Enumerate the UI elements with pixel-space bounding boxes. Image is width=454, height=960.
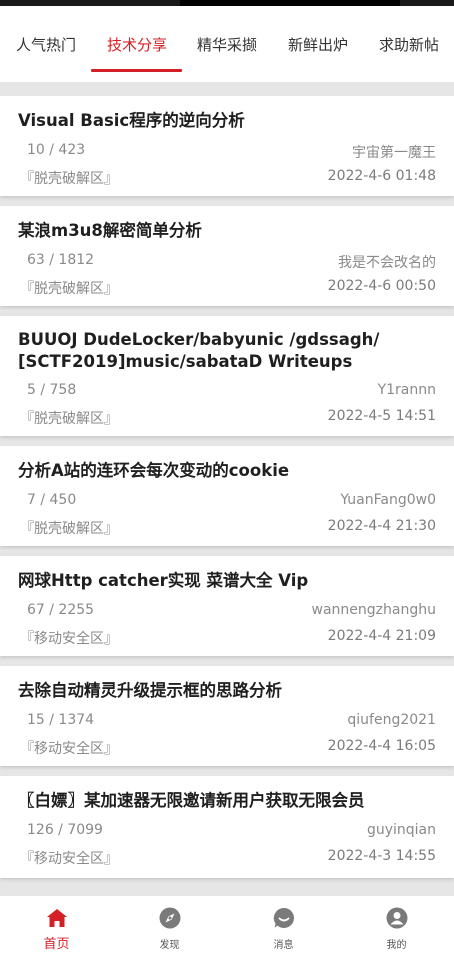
- nav-home[interactable]: 首页: [0, 896, 113, 960]
- post-forum[interactable]: 『脱壳破解区』: [20, 408, 118, 428]
- post-title[interactable]: 网球Http catcher实现 菜谱大全 Vip: [18, 570, 442, 592]
- nav-discover[interactable]: 发现: [113, 896, 226, 960]
- list-item[interactable]: 去除自动精灵升级提示框的思路分析 15 / 1374 qiufeng2021 『…: [0, 666, 454, 766]
- post-stats: 10 / 423: [27, 142, 86, 158]
- post-author[interactable]: guyinqian: [367, 822, 436, 838]
- post-title[interactable]: 某浪m3u8解密简单分析: [18, 220, 442, 242]
- post-author[interactable]: Y1rannn: [378, 382, 436, 398]
- nav-home-label: 首页: [43, 937, 70, 952]
- chat-icon: [273, 907, 294, 928]
- tab-new[interactable]: 新鲜出炉: [288, 34, 348, 55]
- post-forum[interactable]: 『移动安全区』: [20, 848, 118, 868]
- post-date: 2022-4-5 14:51: [327, 408, 436, 424]
- list-item[interactable]: BUUOJ DudeLocker/babyunic /gdssagh/ [SCT…: [0, 316, 454, 436]
- tab-popular[interactable]: 人气热门: [16, 34, 76, 55]
- post-stats: 67 / 2255: [27, 602, 95, 618]
- list-item[interactable]: 分析A站的连环会每次变动的cookie 7 / 450 YuanFang0w0 …: [0, 446, 454, 546]
- post-forum[interactable]: 『脱壳破解区』: [20, 518, 118, 538]
- post-author[interactable]: 我是不会改名的: [338, 252, 436, 272]
- post-title[interactable]: 去除自动精灵升级提示框的思路分析: [18, 680, 442, 702]
- active-tab-indicator: [91, 69, 182, 72]
- list-item[interactable]: Visual Basic程序的逆向分析 10 / 423 宇宙第一魔王 『脱壳破…: [0, 96, 454, 196]
- post-title[interactable]: 分析A站的连环会每次变动的cookie: [18, 460, 442, 482]
- post-date: 2022-4-4 16:05: [327, 738, 436, 754]
- list-item[interactable]: 网球Http catcher实现 菜谱大全 Vip 67 / 2255 wann…: [0, 556, 454, 656]
- category-tabs: 人气热门 技术分享 精华采撷 新鲜出炉 求助新帖: [0, 6, 454, 82]
- user-icon: [386, 907, 407, 929]
- post-author[interactable]: 宇宙第一魔王: [352, 142, 436, 162]
- nav-profile-label: 我的: [386, 940, 407, 951]
- tab-tech-share[interactable]: 技术分享: [107, 34, 167, 55]
- post-title[interactable]: 〖白嫖〗某加速器无限邀请新用户获取无限会员: [18, 790, 442, 812]
- nav-discover-label: 发现: [159, 940, 180, 951]
- post-stats: 15 / 1374: [27, 712, 95, 728]
- post-forum[interactable]: 『脱壳破解区』: [20, 168, 118, 188]
- post-author[interactable]: YuanFang0w0: [340, 492, 436, 508]
- post-date: 2022-4-4 21:30: [327, 518, 436, 534]
- post-date: 2022-4-6 00:50: [327, 278, 436, 294]
- post-forum[interactable]: 『脱壳破解区』: [20, 278, 118, 298]
- compass-icon: [159, 907, 180, 929]
- post-title-line2[interactable]: [SCTF2019]music/sabataD Writeups: [18, 351, 442, 373]
- bottom-nav: 首页 发现 消息 我的: [0, 896, 454, 960]
- post-date: 2022-4-6 01:48: [327, 168, 436, 184]
- post-title[interactable]: BUUOJ DudeLocker/babyunic /gdssagh/: [18, 329, 442, 351]
- nav-messages-label: 消息: [273, 940, 294, 951]
- post-author[interactable]: wannengzhanghu: [312, 602, 436, 618]
- tab-help[interactable]: 求助新帖: [379, 34, 439, 55]
- post-title[interactable]: Visual Basic程序的逆向分析: [18, 110, 442, 132]
- nav-messages[interactable]: 消息: [227, 896, 340, 960]
- post-date: 2022-4-3 14:55: [327, 848, 436, 864]
- post-stats: 63 / 1812: [27, 252, 95, 268]
- post-forum[interactable]: 『移动安全区』: [20, 628, 118, 648]
- post-stats: 7 / 450: [27, 492, 77, 508]
- post-date: 2022-4-4 21:09: [327, 628, 436, 644]
- post-author[interactable]: qiufeng2021: [347, 712, 436, 728]
- post-stats: 5 / 758: [27, 382, 77, 398]
- list-item[interactable]: 某浪m3u8解密简单分析 63 / 1812 我是不会改名的 『脱壳破解区』 2…: [0, 206, 454, 306]
- list-item[interactable]: 〖白嫖〗某加速器无限邀请新用户获取无限会员 126 / 7099 guyinqi…: [0, 776, 454, 878]
- home-icon: [46, 909, 67, 927]
- post-forum[interactable]: 『移动安全区』: [20, 738, 118, 758]
- nav-profile[interactable]: 我的: [340, 896, 453, 960]
- post-stats: 126 / 7099: [27, 822, 103, 838]
- tab-essence[interactable]: 精华采撷: [197, 34, 257, 55]
